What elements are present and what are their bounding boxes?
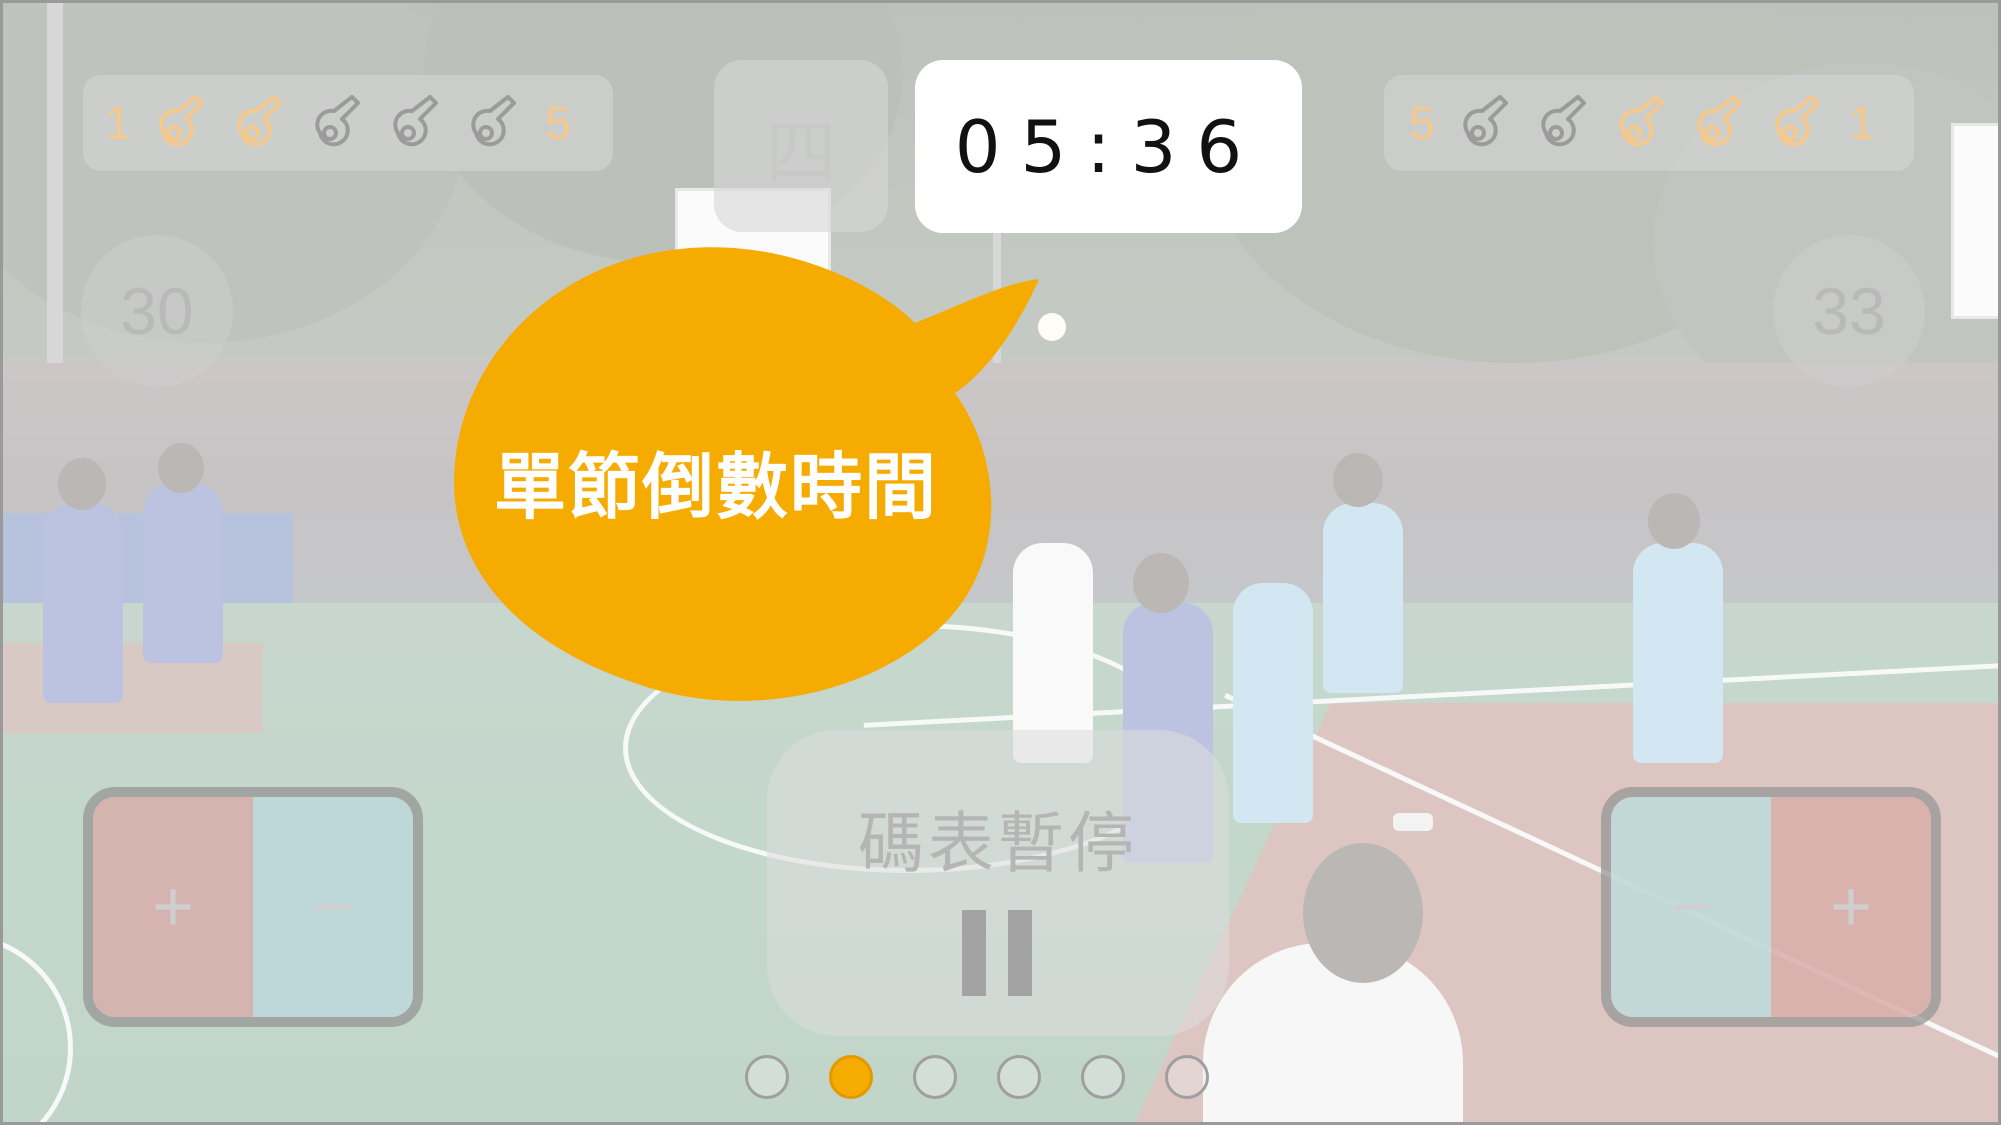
page-dot[interactable]: [913, 1055, 957, 1099]
away-timeout-panel: − +: [1601, 787, 1941, 1027]
home-score[interactable]: 30: [81, 235, 233, 387]
page-dot[interactable]: [1081, 1055, 1125, 1099]
whistle-icon[interactable]: [455, 88, 533, 158]
away-timeout-plus-button[interactable]: +: [1771, 797, 1931, 1017]
page-dot[interactable]: [997, 1055, 1041, 1099]
away-foul-row: 5 1: [1397, 88, 1887, 158]
away-score[interactable]: 33: [1773, 235, 1925, 387]
home-timeout-panel: + −: [83, 787, 423, 1027]
page-dot[interactable]: [1165, 1055, 1209, 1099]
page-indicator: [745, 1055, 1209, 1099]
whistle-icon[interactable]: [1603, 88, 1681, 158]
away-foul-min-label: 1: [1849, 97, 1875, 149]
whistle-icon[interactable]: [299, 88, 377, 158]
away-foul-max-label: 5: [1409, 97, 1435, 149]
home-timeout-plus-button[interactable]: +: [93, 797, 253, 1017]
away-timeout-minus-button[interactable]: −: [1611, 797, 1771, 1017]
whistle-icon[interactable]: [1525, 88, 1603, 158]
page-dot[interactable]: [745, 1055, 789, 1099]
whistle-icon[interactable]: [221, 88, 299, 158]
home-foul-max-label: 5: [545, 97, 571, 149]
quarter-indicator[interactable]: 四: [714, 60, 888, 232]
whistle-icon[interactable]: [1447, 88, 1525, 158]
tooltip-text: 單節倒數時間: [493, 445, 938, 529]
stopwatch-pause-button[interactable]: 碼表暫停: [767, 730, 1229, 1036]
home-foul-min-label: 1: [105, 97, 131, 149]
whistle-icon[interactable]: [143, 88, 221, 158]
home-foul-row: 1 5: [93, 88, 583, 158]
pause-button-label: 碼表暫停: [858, 805, 1138, 882]
whistle-icon[interactable]: [1759, 88, 1837, 158]
whistle-icon[interactable]: [377, 88, 455, 158]
page-dot-active[interactable]: [829, 1055, 873, 1099]
whistle-icon[interactable]: [1681, 88, 1759, 158]
home-timeout-minus-button[interactable]: −: [253, 797, 413, 1017]
game-clock[interactable]: 05:36: [915, 60, 1302, 233]
scoreboard-screen: 1 5 5 1 四 05:36 30 33 + − − + 碼表暫停 單節倒數時…: [0, 0, 2001, 1125]
pause-icon: [962, 910, 1032, 996]
